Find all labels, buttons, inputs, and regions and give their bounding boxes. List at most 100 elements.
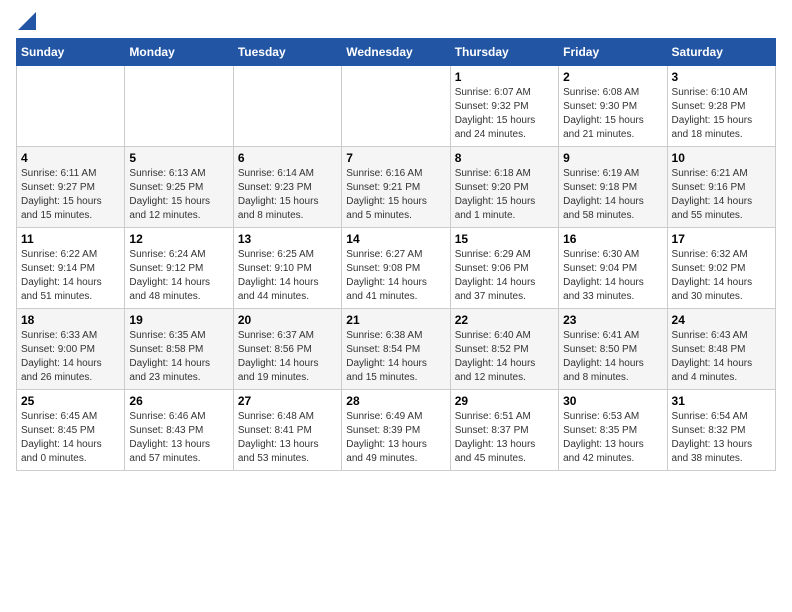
day-info: Sunrise: 6:27 AMSunset: 9:08 PMDaylight:… — [346, 248, 445, 304]
day-header-friday: Friday — [559, 39, 667, 66]
day-header-saturday: Saturday — [667, 39, 775, 66]
day-number: 8 — [455, 151, 554, 165]
calendar-cell: 19 Sunrise: 6:35 AMSunset: 8:58 PMDayligh… — [125, 309, 233, 390]
day-info: Sunrise: 6:22 AMSunset: 9:14 PMDaylight:… — [21, 248, 120, 304]
calendar-cell: 15 Sunrise: 6:29 AMSunset: 9:06 PMDayligh… — [450, 228, 558, 309]
day-number: 24 — [672, 313, 771, 327]
calendar-cell: 26 Sunrise: 6:46 AMSunset: 8:43 PMDayligh… — [125, 390, 233, 471]
day-info: Sunrise: 6:08 AMSunset: 9:30 PMDaylight:… — [563, 86, 662, 142]
day-info: Sunrise: 6:49 AMSunset: 8:39 PMDaylight:… — [346, 410, 445, 466]
day-number: 15 — [455, 232, 554, 246]
day-info: Sunrise: 6:21 AMSunset: 9:16 PMDaylight:… — [672, 167, 771, 223]
calendar-cell — [125, 66, 233, 147]
day-info: Sunrise: 6:53 AMSunset: 8:35 PMDaylight:… — [563, 410, 662, 466]
day-info: Sunrise: 6:38 AMSunset: 8:54 PMDaylight:… — [346, 329, 445, 385]
calendar-week-2: 4 Sunrise: 6:11 AMSunset: 9:27 PMDaylight… — [17, 147, 776, 228]
day-number: 23 — [563, 313, 662, 327]
calendar-cell: 7 Sunrise: 6:16 AMSunset: 9:21 PMDaylight… — [342, 147, 450, 228]
logo — [16, 16, 36, 26]
calendar-week-4: 18 Sunrise: 6:33 AMSunset: 9:00 PMDayligh… — [17, 309, 776, 390]
day-info: Sunrise: 6:54 AMSunset: 8:32 PMDaylight:… — [672, 410, 771, 466]
calendar-cell: 16 Sunrise: 6:30 AMSunset: 9:04 PMDayligh… — [559, 228, 667, 309]
day-number: 10 — [672, 151, 771, 165]
day-number: 18 — [21, 313, 120, 327]
calendar-cell — [342, 66, 450, 147]
day-number: 3 — [672, 70, 771, 84]
calendar-cell: 29Sunrise: 6:51 AMSunset: 8:37 PMDayligh… — [450, 390, 558, 471]
day-number: 28 — [346, 394, 445, 408]
day-number: 7 — [346, 151, 445, 165]
day-number: 12 — [129, 232, 228, 246]
calendar-cell — [17, 66, 125, 147]
day-info: Sunrise: 6:16 AMSunset: 9:21 PMDaylight:… — [346, 167, 445, 223]
day-header-monday: Monday — [125, 39, 233, 66]
day-info: Sunrise: 6:30 AMSunset: 9:04 PMDaylight:… — [563, 248, 662, 304]
calendar-cell: 14 Sunrise: 6:27 AMSunset: 9:08 PMDayligh… — [342, 228, 450, 309]
day-number: 26 — [129, 394, 228, 408]
calendar-cell: 1 Sunrise: 6:07 AMSunset: 9:32 PMDaylight… — [450, 66, 558, 147]
day-number: 2 — [563, 70, 662, 84]
calendar-cell: 30 Sunrise: 6:53 AMSunset: 8:35 PMDayligh… — [559, 390, 667, 471]
day-info: Sunrise: 6:33 AMSunset: 9:00 PMDaylight:… — [21, 329, 120, 385]
day-info: Sunrise: 6:32 AMSunset: 9:02 PMDaylight:… — [672, 248, 771, 304]
day-number: 11 — [21, 232, 120, 246]
calendar-cell: 9 Sunrise: 6:19 AMSunset: 9:18 PMDaylight… — [559, 147, 667, 228]
calendar-cell: 20Sunrise: 6:37 AMSunset: 8:56 PMDayligh… — [233, 309, 341, 390]
day-number: 16 — [563, 232, 662, 246]
day-info: Sunrise: 6:43 AMSunset: 8:48 PMDaylight:… — [672, 329, 771, 385]
calendar-cell: 27Sunrise: 6:48 AMSunset: 8:41 PMDayligh… — [233, 390, 341, 471]
day-number: 22 — [455, 313, 554, 327]
day-info: Sunrise: 6:19 AMSunset: 9:18 PMDaylight:… — [563, 167, 662, 223]
day-info: Sunrise: 6:35 AMSunset: 8:58 PMDaylight:… — [129, 329, 228, 385]
day-info: Sunrise: 6:07 AMSunset: 9:32 PMDaylight:… — [455, 86, 554, 142]
logo-triangle-icon — [18, 12, 36, 30]
day-number: 1 — [455, 70, 554, 84]
calendar-cell: 17 Sunrise: 6:32 AMSunset: 9:02 PMDayligh… — [667, 228, 775, 309]
calendar-cell: 6Sunrise: 6:14 AMSunset: 9:23 PMDaylight… — [233, 147, 341, 228]
day-info: Sunrise: 6:25 AMSunset: 9:10 PMDaylight:… — [238, 248, 337, 304]
calendar-week-3: 11 Sunrise: 6:22 AMSunset: 9:14 PMDayligh… — [17, 228, 776, 309]
day-info: Sunrise: 6:29 AMSunset: 9:06 PMDaylight:… — [455, 248, 554, 304]
day-number: 20 — [238, 313, 337, 327]
day-info: Sunrise: 6:40 AMSunset: 8:52 PMDaylight:… — [455, 329, 554, 385]
day-info: Sunrise: 6:45 AMSunset: 8:45 PMDaylight:… — [21, 410, 120, 466]
day-number: 21 — [346, 313, 445, 327]
calendar-cell: 4 Sunrise: 6:11 AMSunset: 9:27 PMDaylight… — [17, 147, 125, 228]
day-number: 13 — [238, 232, 337, 246]
calendar-cell: 18 Sunrise: 6:33 AMSunset: 9:00 PMDayligh… — [17, 309, 125, 390]
calendar-cell: 31 Sunrise: 6:54 AMSunset: 8:32 PMDayligh… — [667, 390, 775, 471]
day-number: 30 — [563, 394, 662, 408]
calendar-cell: 10 Sunrise: 6:21 AMSunset: 9:16 PMDayligh… — [667, 147, 775, 228]
day-header-sunday: Sunday — [17, 39, 125, 66]
calendar-cell: 5Sunrise: 6:13 AMSunset: 9:25 PMDaylight… — [125, 147, 233, 228]
day-number: 5 — [129, 151, 228, 165]
day-number: 19 — [129, 313, 228, 327]
day-number: 17 — [672, 232, 771, 246]
calendar-cell: 13 Sunrise: 6:25 AMSunset: 9:10 PMDayligh… — [233, 228, 341, 309]
calendar-week-5: 25 Sunrise: 6:45 AMSunset: 8:45 PMDayligh… — [17, 390, 776, 471]
calendar-cell: 21 Sunrise: 6:38 AMSunset: 8:54 PMDayligh… — [342, 309, 450, 390]
header — [16, 16, 776, 26]
day-number: 31 — [672, 394, 771, 408]
calendar-cell: 12 Sunrise: 6:24 AMSunset: 9:12 PMDayligh… — [125, 228, 233, 309]
day-number: 25 — [21, 394, 120, 408]
day-info: Sunrise: 6:41 AMSunset: 8:50 PMDaylight:… — [563, 329, 662, 385]
day-number: 14 — [346, 232, 445, 246]
calendar-cell: 8Sunrise: 6:18 AMSunset: 9:20 PMDaylight… — [450, 147, 558, 228]
calendar-cell — [233, 66, 341, 147]
calendar-cell: 24 Sunrise: 6:43 AMSunset: 8:48 PMDayligh… — [667, 309, 775, 390]
calendar-cell: 11 Sunrise: 6:22 AMSunset: 9:14 PMDayligh… — [17, 228, 125, 309]
day-info: Sunrise: 6:11 AMSunset: 9:27 PMDaylight:… — [21, 167, 120, 223]
calendar-cell: 25 Sunrise: 6:45 AMSunset: 8:45 PMDayligh… — [17, 390, 125, 471]
day-number: 29 — [455, 394, 554, 408]
day-info: Sunrise: 6:14 AMSunset: 9:23 PMDaylight:… — [238, 167, 337, 223]
day-number: 9 — [563, 151, 662, 165]
day-info: Sunrise: 6:46 AMSunset: 8:43 PMDaylight:… — [129, 410, 228, 466]
calendar: SundayMondayTuesdayWednesdayThursdayFrid… — [16, 38, 776, 471]
calendar-cell: 28 Sunrise: 6:49 AMSunset: 8:39 PMDayligh… — [342, 390, 450, 471]
day-number: 27 — [238, 394, 337, 408]
day-info: Sunrise: 6:10 AMSunset: 9:28 PMDaylight:… — [672, 86, 771, 142]
day-number: 4 — [21, 151, 120, 165]
calendar-cell: 23 Sunrise: 6:41 AMSunset: 8:50 PMDayligh… — [559, 309, 667, 390]
day-info: Sunrise: 6:24 AMSunset: 9:12 PMDaylight:… — [129, 248, 228, 304]
